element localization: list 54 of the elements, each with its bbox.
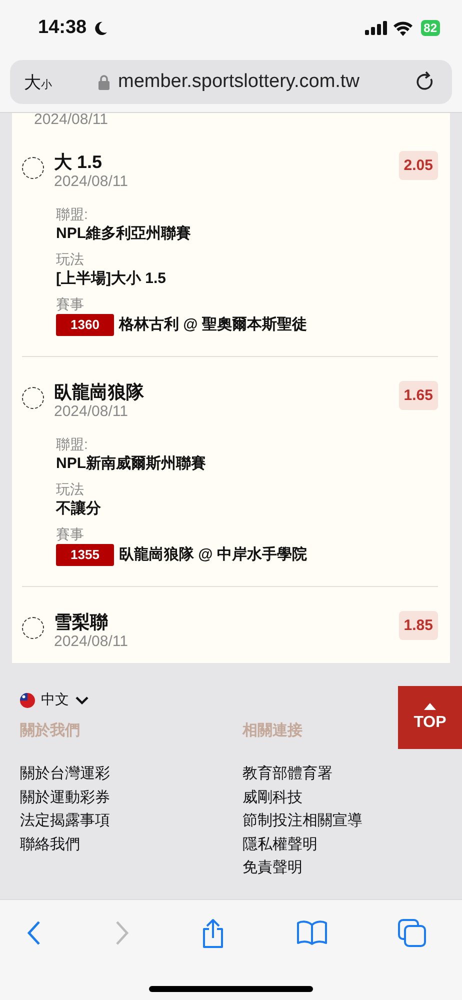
- event-code-tag: 1360: [56, 314, 114, 336]
- flag-icon: [20, 692, 35, 708]
- footer-link[interactable]: 法定揭露事項: [20, 809, 220, 832]
- footer-link[interactable]: 關於台灣運彩: [20, 762, 220, 786]
- odds-badge: 2.05: [398, 151, 438, 180]
- detail-label: 玩法: [56, 480, 85, 499]
- event-name: 格林古利 @ 聖奧爾本斯聖徒: [119, 315, 307, 335]
- url-text[interactable]: member.sportslottery.com.tw: [118, 71, 360, 93]
- detail-value: 不讓分: [56, 499, 102, 519]
- odds-badge: 1.65: [398, 381, 438, 410]
- footer-link[interactable]: 威剛科技: [242, 786, 442, 809]
- footer-link[interactable]: 免責聲明: [242, 856, 442, 880]
- battery-level: 82: [420, 20, 440, 36]
- language-selector[interactable]: 中文: [41, 691, 69, 709]
- event-name: 臥龍崗狼隊 @ 中岸水手學院: [119, 545, 307, 565]
- footer-link[interactable]: 關於運動彩券: [20, 786, 220, 809]
- detail-label: 聯盟:: [56, 205, 89, 224]
- footer-link[interactable]: 聯絡我們: [20, 832, 220, 856]
- detail-value: [上半場]大小 1.5: [56, 269, 168, 289]
- select-circle[interactable]: [22, 387, 44, 409]
- detail-label: 聯盟:: [56, 435, 89, 454]
- wifi-icon: [392, 20, 413, 36]
- bet-title: 雪梨聯: [54, 611, 109, 633]
- detail-label: 賽事: [56, 295, 85, 314]
- bet-date: 2024/08/11: [54, 403, 129, 421]
- book-icon[interactable]: [296, 920, 326, 946]
- back-icon[interactable]: [26, 920, 42, 946]
- share-icon[interactable]: [201, 918, 225, 948]
- moon-icon: [92, 20, 108, 36]
- bet-date: 2024/08/11: [33, 113, 109, 127]
- footer-link[interactable]: 節制投注相關宣導: [242, 809, 442, 832]
- text-size-button[interactable]: 大小: [24, 70, 52, 94]
- back-to-top-button[interactable]: TOP: [398, 686, 462, 749]
- odds-badge: 1.85: [398, 611, 438, 640]
- select-circle[interactable]: [22, 157, 44, 179]
- select-circle[interactable]: [22, 617, 44, 639]
- bet-date: 2024/08/11: [54, 173, 129, 191]
- bet-date: 2024/08/11: [54, 633, 129, 651]
- chevron-down-icon[interactable]: [75, 696, 89, 704]
- signal-icon: [364, 21, 387, 35]
- detail-value: NPL維多利亞州聯賽: [56, 224, 192, 244]
- detail-label: 玩法: [56, 250, 85, 269]
- footer-heading: 關於我們: [20, 721, 81, 740]
- tabs-icon[interactable]: [398, 919, 426, 947]
- up-triangle-icon: [424, 703, 436, 710]
- lock-icon: [98, 74, 110, 90]
- footer-link[interactable]: 教育部體育署: [242, 762, 442, 786]
- detail-label: 賽事: [56, 525, 85, 544]
- bet-title: 大 1.5: [54, 151, 104, 173]
- footer-link[interactable]: 隱私權聲明: [242, 832, 442, 856]
- event-code-tag: 1355: [56, 544, 114, 566]
- bet-title: 臥龍崗狼隊: [54, 381, 145, 403]
- status-time: 14:38: [38, 17, 87, 39]
- detail-value: NPL新南威爾斯州聯賽: [56, 454, 207, 474]
